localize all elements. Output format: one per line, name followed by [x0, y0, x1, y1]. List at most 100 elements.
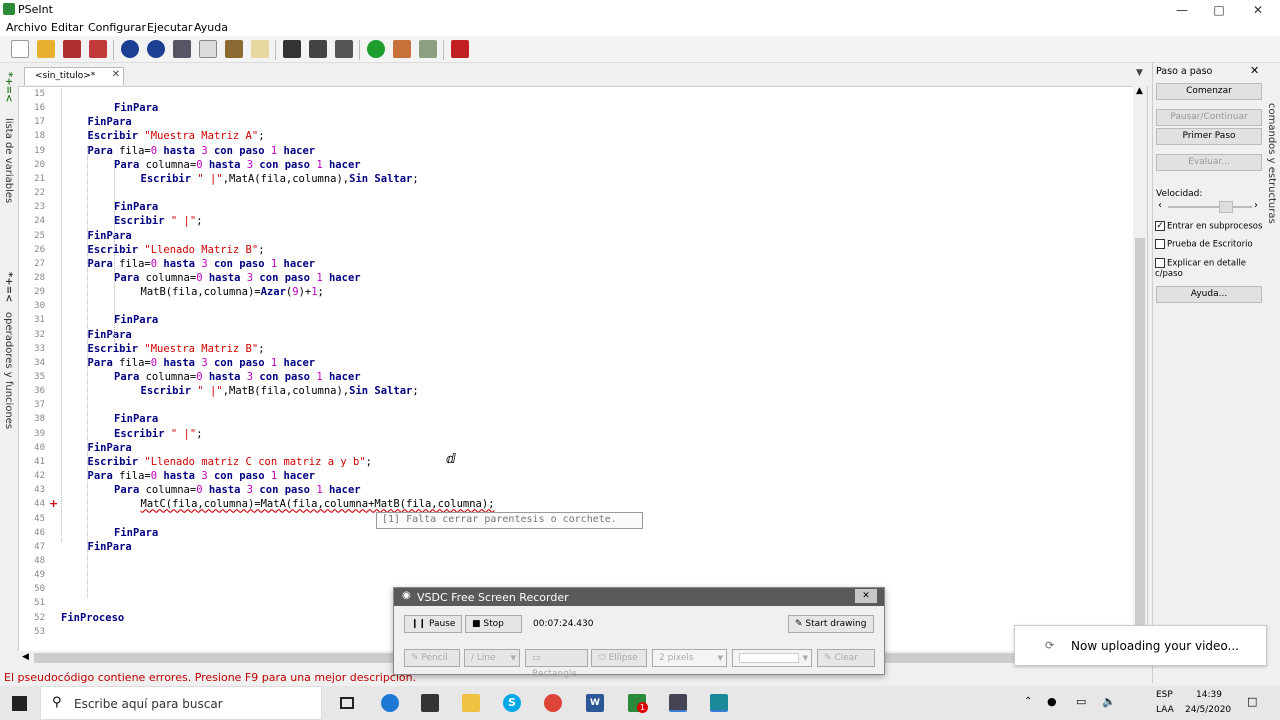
option-enter-subprocesses[interactable]: ✓ Entrar en subprocesos — [1155, 221, 1262, 232]
checkbox-icon[interactable] — [1155, 258, 1165, 268]
network-icon[interactable]: ● — [1047, 695, 1057, 708]
code-editor[interactable]: 15 16 17 18 19 20 21 22 23 24 25 26 27 28 29 30 31 32 33 34… — [18, 86, 1148, 652]
option-explain-detail[interactable]: Explicar en detalle c/paso — [1155, 258, 1264, 279]
close-button[interactable]: ✕ — [1238, 0, 1278, 20]
code-line[interactable]: FinPara — [114, 413, 158, 425]
save-icon[interactable] — [63, 40, 81, 58]
code-line[interactable]: Para columna=0 hasta 3 con paso 1 hacer — [114, 484, 361, 496]
option-desk-test[interactable]: Prueba de Escritorio — [1155, 239, 1253, 250]
help-icon[interactable] — [451, 40, 469, 58]
code-line[interactable]: Para columna=0 hasta 3 con paso 1 hacer — [114, 272, 361, 284]
redo-icon[interactable] — [147, 40, 165, 58]
help-button[interactable]: Ayuda... — [1156, 286, 1262, 303]
vsdc-recorder-taskbar-icon[interactable] — [710, 694, 728, 712]
scroll-left-icon[interactable]: ◀ — [22, 652, 29, 662]
slider-thumb[interactable] — [1219, 201, 1233, 213]
size-select[interactable]: 2 pixels ▼ — [652, 649, 727, 667]
code-line[interactable]: Escribir " |",MatA(fila,columna),Sin Sal… — [141, 173, 419, 185]
chevron-down-icon[interactable]: ▼ — [718, 650, 723, 666]
chevron-up-icon[interactable]: ⌃ — [1024, 696, 1032, 707]
color-select[interactable]: ▼ — [732, 649, 812, 667]
code-line[interactable]: MatB(fila,columna)=Azar(9)+1; — [141, 286, 324, 298]
indent-icon[interactable] — [251, 40, 269, 58]
speed-slider[interactable]: ‹ › — [1156, 200, 1262, 213]
slider-left-icon[interactable]: ‹ — [1158, 200, 1162, 211]
checkbox-icon[interactable] — [1155, 239, 1165, 249]
recorder-close-icon[interactable]: ✕ — [855, 589, 877, 603]
code-line[interactable]: FinPara — [114, 527, 158, 539]
file-explorer-icon[interactable] — [462, 694, 480, 712]
ellipse-tool[interactable]: ⬭ Ellipse — [591, 649, 647, 667]
code-line[interactable]: Escribir " |"; — [114, 215, 203, 227]
checkbox-icon[interactable]: ✓ — [1155, 221, 1165, 231]
new-file-icon[interactable] — [11, 40, 29, 58]
code-line[interactable]: Para columna=0 hasta 3 con paso 1 hacer — [114, 371, 361, 383]
chrome-icon[interactable] — [544, 694, 562, 712]
scroll-thumb[interactable] — [1135, 238, 1145, 638]
edge-icon[interactable] — [381, 694, 399, 712]
chevron-down-icon[interactable]: ▼ — [803, 650, 808, 666]
code-line[interactable]: FinPara — [88, 541, 132, 553]
code-line[interactable]: Para fila=0 hasta 3 con paso 1 hacer — [88, 470, 316, 482]
word-icon[interactable]: W — [586, 694, 604, 712]
stop-button[interactable]: ■ Stop — [465, 615, 522, 633]
save-as-icon[interactable] — [89, 40, 107, 58]
pause-button[interactable]: ❙❙ Pause — [404, 615, 462, 633]
windows-start-icon[interactable] — [12, 696, 27, 711]
code-line[interactable]: FinPara — [88, 116, 132, 128]
taskbar-search[interactable]: ⚲ Escribe aquí para buscar — [40, 686, 322, 720]
evaluate-button[interactable]: Evaluar... — [1156, 154, 1262, 171]
scroll-up-icon[interactable]: ▲ — [1136, 86, 1143, 96]
code-line[interactable]: Escribir " |",MatB(fila,columna),Sin Sal… — [141, 385, 419, 397]
maximize-button[interactable]: □ — [1199, 0, 1239, 20]
code-line[interactable]: FinPara — [88, 230, 132, 242]
paste-icon[interactable] — [225, 40, 243, 58]
menu-configurar[interactable]: Configurar — [88, 21, 146, 34]
pseint-taskbar-icon[interactable]: 1 — [628, 694, 648, 713]
tab-dropdown-icon[interactable]: ▼ — [1136, 68, 1143, 78]
menu-ayuda[interactable]: Ayuda — [194, 21, 228, 34]
code-line[interactable]: MatC(fila,columna)=MatA(fila,columna+Mat… — [141, 498, 495, 510]
editor-tab[interactable]: <sin_titulo>* ✕ — [24, 67, 124, 85]
pseint-editor-taskbar-icon[interactable] — [669, 694, 687, 712]
replace-icon[interactable] — [335, 40, 353, 58]
open-folder-icon[interactable] — [37, 40, 55, 58]
rectangle-tool[interactable]: ▭ Rectangle — [525, 649, 588, 679]
tab-variable-list[interactable]: lista de variables — [3, 118, 14, 203]
close-tab-icon[interactable]: ✕ — [112, 69, 120, 80]
start-drawing-button[interactable]: ✎ Start drawing — [788, 615, 874, 633]
input-lang-sub[interactable]: LAA — [1156, 705, 1174, 715]
input-lang[interactable]: ESP — [1156, 690, 1173, 700]
clock-time[interactable]: 14:39 — [1196, 690, 1222, 700]
tab-operators-functions[interactable]: operadores y funciones — [3, 312, 14, 429]
code-line[interactable]: Escribir "Muestra Matriz A"; — [88, 130, 271, 142]
code-line[interactable]: Para columna=0 hasta 3 con paso 1 hacer — [114, 159, 361, 171]
code-line[interactable]: FinPara — [114, 314, 158, 326]
clock-date[interactable]: 24/5/2020 — [1185, 705, 1231, 715]
search-next-icon[interactable] — [309, 40, 327, 58]
volume-icon[interactable]: 🔈 — [1102, 695, 1116, 708]
code-line[interactable]: FinProceso — [61, 612, 124, 624]
line-tool[interactable]: ∕ Line ▼ — [464, 649, 520, 667]
pencil-tool[interactable]: ✎ Pencil — [404, 649, 460, 667]
chevron-down-icon[interactable]: ▼ — [511, 650, 516, 666]
notifications-icon[interactable]: □ — [1247, 695, 1257, 708]
flowchart-icon[interactable] — [419, 40, 437, 58]
store-icon[interactable] — [421, 694, 439, 712]
menu-archivo[interactable]: Archivo — [6, 21, 47, 34]
panel-close-icon[interactable]: ✕ — [1250, 64, 1259, 77]
code-line[interactable]: Para fila=0 hasta 3 con paso 1 hacer — [88, 258, 316, 270]
code-line[interactable]: Escribir "Muestra Matriz B"; — [88, 343, 265, 355]
cut-icon[interactable] — [173, 40, 191, 58]
menu-editar[interactable]: Editar — [51, 21, 84, 34]
pause-continue-button[interactable]: Pausar/Continuar — [1156, 109, 1262, 126]
copy-icon[interactable] — [199, 40, 217, 58]
start-button[interactable]: Comenzar — [1156, 83, 1262, 100]
code-line[interactable]: Escribir "Llenado matriz C con matriz a … — [88, 456, 373, 468]
code-line[interactable]: FinPara — [88, 442, 132, 454]
code-line[interactable]: Escribir " |"; — [114, 428, 203, 440]
clear-button[interactable]: ✎ Clear — [817, 649, 875, 667]
task-view-icon[interactable] — [340, 697, 354, 709]
code-line[interactable]: FinPara — [114, 201, 158, 213]
minimize-button[interactable]: — — [1162, 0, 1202, 20]
